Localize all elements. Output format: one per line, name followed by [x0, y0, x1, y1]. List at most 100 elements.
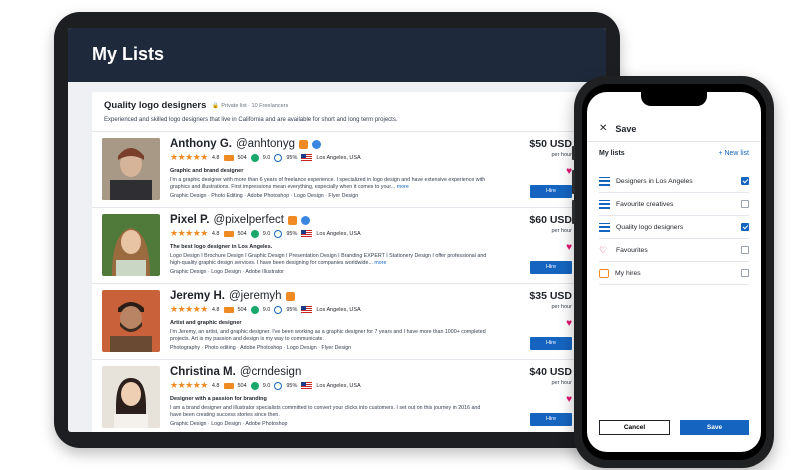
earnings: 9.0	[262, 382, 271, 389]
save-dialog-header: ✕ Save	[587, 116, 761, 142]
reviews-icon	[223, 382, 234, 389]
avatar[interactable]	[102, 214, 160, 276]
verified-badge-icon	[285, 291, 295, 301]
heart-icon: ♡	[599, 244, 608, 255]
tagline: Graphic and brand designer	[170, 168, 244, 174]
price-unit: per hour	[551, 380, 573, 386]
reviews: 504	[237, 306, 247, 313]
rate-panel: $50 USD per hour ♥ Hire	[502, 138, 572, 198]
list-option[interactable]: Quality logo designers	[599, 216, 749, 239]
reviews: 504	[237, 382, 247, 389]
skills: Graphic Design · Logo Design · Adobe Pho…	[170, 421, 288, 427]
list-checkbox[interactable]	[741, 200, 749, 208]
skills: Photography · Photo editing · Adobe Phot…	[170, 345, 352, 351]
rate-panel: $40 USD per hour ♥ Hire	[502, 366, 572, 426]
tagline: Designer with a passion for branding	[170, 396, 267, 402]
list-option-label: Designers in Los Angeles	[616, 177, 693, 185]
freelancer-name[interactable]: Jeremy H. @jeremyh	[170, 290, 492, 302]
avatar[interactable]	[102, 138, 160, 200]
list-icon	[599, 176, 610, 186]
cancel-button[interactable]: Cancel	[599, 420, 670, 435]
freelancer-name[interactable]: Christina M. @crndesign	[170, 366, 492, 378]
more-link[interactable]: more	[397, 184, 409, 190]
favourite-heart-icon[interactable]: ♥	[502, 166, 572, 177]
phone-side-button	[572, 200, 575, 224]
list-checkbox[interactable]	[741, 223, 749, 231]
stats-row: ★★★★★ 4.8 504 9.0 95% Los Angeles, USA	[170, 380, 492, 391]
list-option[interactable]: Designers in Los Angeles	[599, 170, 749, 193]
avatar-photo	[102, 366, 160, 428]
price-unit: per hour	[551, 228, 573, 234]
avatar-photo	[102, 214, 160, 276]
earnings: 9.0	[262, 154, 271, 161]
list-option[interactable]: My hires	[599, 262, 749, 285]
us-flag-icon	[301, 306, 313, 313]
reviews: 504	[237, 230, 247, 237]
description-text: I'm Jeremy, an artist, and graphic desig…	[170, 329, 486, 342]
verified-badge-icon	[287, 215, 297, 225]
close-icon[interactable]: ✕	[599, 123, 607, 134]
list-option[interactable]: ♡ Favourites	[599, 239, 749, 262]
lists-section-header: My lists + New list	[599, 150, 749, 157]
hire-button[interactable]: Hire	[530, 413, 572, 426]
rating-stars-icon: ★★★★★	[170, 304, 208, 314]
freelancer-row[interactable]: Christina M. @crndesign ★★★★★ 4.8 504 9.…	[92, 360, 582, 432]
list-description: Experienced and skilled logo designers t…	[104, 117, 398, 123]
first-name: Anthony G.	[170, 138, 232, 150]
phone-side-button	[572, 146, 575, 160]
verified-badge-icon	[298, 139, 308, 149]
list-meta: 🔒 Private list · 10 Freelancers	[212, 103, 288, 109]
phone-device: ✕ Save My lists + New list Designers in …	[572, 76, 774, 468]
rating: 4.8	[211, 306, 220, 313]
freelancer-name[interactable]: Anthony G. @anhtonyg	[170, 138, 492, 150]
list-title-row: Quality logo designers 🔒 Private list · …	[104, 100, 570, 111]
rate-panel: $35 USD per hour ♥ Hire	[502, 290, 572, 350]
earnings-icon	[250, 153, 259, 162]
list-checkbox[interactable]	[741, 246, 749, 254]
username: @jeremyh	[228, 290, 282, 302]
new-list-link[interactable]: + New list	[718, 150, 749, 157]
phone-screen: ✕ Save My lists + New list Designers in …	[587, 92, 761, 452]
hire-button[interactable]: Hire	[530, 261, 572, 274]
list-title: Quality logo designers	[104, 100, 207, 111]
list-header: Quality logo designers 🔒 Private list · …	[92, 92, 582, 132]
description: I'm a graphic designer with more than 6 …	[170, 177, 492, 191]
favourite-heart-icon[interactable]: ♥	[502, 242, 572, 253]
tagline: Artist and graphic designer	[170, 320, 242, 326]
list-option[interactable]: Favourite creatives	[599, 193, 749, 216]
more-link[interactable]: more	[374, 260, 386, 266]
hire-button[interactable]: Hire	[530, 185, 572, 198]
first-name: Jeremy H.	[170, 290, 225, 302]
favourite-heart-icon[interactable]: ♥	[502, 394, 572, 405]
freelancer-name[interactable]: Pixel P. @pixelperfect	[170, 214, 492, 226]
freelancer-row[interactable]: Jeremy H. @jeremyh ★★★★★ 4.8 504 9.0 95%…	[92, 284, 582, 360]
description-text: I am a brand designer and illustrator sp…	[170, 405, 481, 418]
list-checkbox[interactable]	[741, 269, 749, 277]
avatar[interactable]	[102, 290, 160, 352]
freelancer-row[interactable]: Pixel P. @pixelperfect ★★★★★ 4.8 504 9.0	[92, 208, 582, 284]
reviews-icon	[223, 154, 234, 161]
freelancer-row[interactable]: Anthony G. @anhtonyg ★★★★★ 4.8 504 9.0 9…	[92, 132, 582, 208]
list-option-label: Quality logo designers	[616, 223, 684, 231]
list-checkbox[interactable]	[741, 177, 749, 185]
save-button[interactable]: Save	[680, 420, 749, 435]
price: $60 USD	[529, 214, 572, 226]
reviews: 504	[237, 154, 247, 161]
description-text: I'm a graphic designer with more than 6 …	[170, 177, 486, 190]
shield-icon	[300, 215, 310, 225]
avatar-photo	[102, 138, 160, 200]
price-unit: per hour	[551, 152, 573, 158]
hire-button[interactable]: Hire	[530, 337, 572, 350]
reviews-icon	[223, 230, 234, 237]
completion: 95%	[286, 154, 298, 161]
earnings-icon	[250, 305, 259, 314]
rating: 4.8	[211, 230, 220, 237]
location: Los Angeles, USA	[316, 306, 361, 313]
favourite-heart-icon[interactable]: ♥	[502, 318, 572, 329]
us-flag-icon	[301, 154, 313, 161]
tagline: The best logo designer in Los Angeles.	[170, 244, 273, 250]
completion-icon	[274, 229, 283, 238]
avatar[interactable]	[102, 366, 160, 428]
us-flag-icon	[301, 230, 313, 237]
app-header: My Lists	[68, 28, 606, 82]
